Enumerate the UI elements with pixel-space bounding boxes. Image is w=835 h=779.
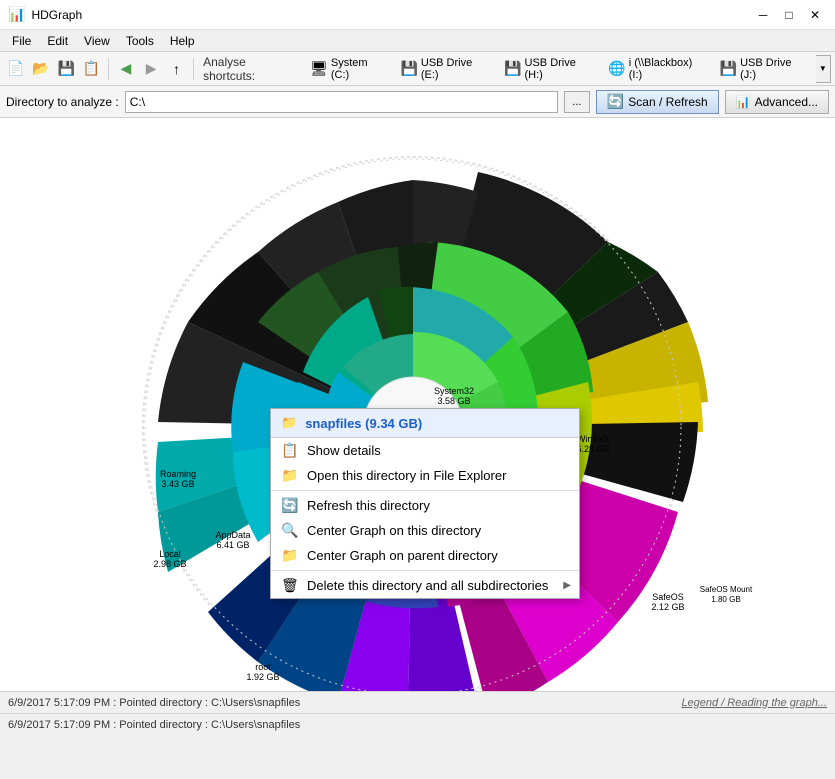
directory-input[interactable] — [125, 91, 558, 113]
refresh-dir-label: Refresh this directory — [307, 498, 430, 513]
toolbar-sep-2 — [193, 58, 194, 80]
delete-dir-label: Delete this directory and all subdirecto… — [307, 578, 548, 593]
label-local: Local — [159, 549, 181, 559]
shortcut-system-c[interactable]: 🖥 System (C:) — [304, 54, 392, 84]
context-menu-show-details[interactable]: 📋 Show details — [271, 438, 579, 463]
label-roaming-size: 3.43 GB — [161, 479, 194, 489]
minimize-button[interactable]: ─ — [751, 5, 775, 25]
titlebar: 📊 HDGraph ─ □ ✕ — [0, 0, 835, 30]
toolbar-forward[interactable]: ▶ — [140, 57, 163, 81]
label-appdata-size: 6.41 GB — [216, 540, 249, 550]
shortcut-usb-e[interactable]: 💾 USB Drive (E:) — [394, 54, 496, 84]
toolbar-copy[interactable]: 📋 — [80, 57, 103, 81]
label-safeos-size: 2.12 GB — [651, 602, 684, 612]
context-menu-refresh-dir[interactable]: 🔄 Refresh this directory — [271, 493, 579, 518]
menubar: File Edit View Tools Help — [0, 30, 835, 52]
app-title: HDGraph — [31, 8, 82, 22]
open-explorer-icon: 📁 — [281, 467, 298, 484]
shortcuts-label: Analyse shortcuts: — [203, 55, 298, 83]
context-menu-center-parent[interactable]: 📁 Center Graph on parent directory — [271, 543, 579, 568]
delete-dir-icon: 🗑 — [281, 577, 299, 594]
shortcut-blackbox-i[interactable]: 🌐 i (\\Blackbox) (I:) — [602, 54, 711, 84]
advanced-button[interactable]: 📊 Advanced... — [725, 90, 829, 114]
center-graph-label: Center Graph on this directory — [307, 523, 481, 538]
shortcut-usb-h-label: USB Drive (H:) — [525, 57, 595, 81]
center-parent-icon: 📁 — [281, 547, 298, 564]
context-menu: 📁 snapfiles (9.34 GB) 📋 Show details 📁 O… — [270, 408, 580, 599]
statusbar-text: 6/9/2017 5:17:09 PM : Pointed directory … — [8, 697, 300, 709]
menu-tools[interactable]: Tools — [118, 32, 162, 50]
scan-refresh-button[interactable]: 🔄 Scan / Refresh — [596, 90, 719, 114]
show-details-label: Show details — [307, 443, 381, 458]
label-appdata: AppData — [215, 530, 250, 540]
label-root-size: 1.92 GB — [246, 672, 279, 682]
scan-refresh-label: Scan / Refresh — [628, 95, 707, 109]
toolbar-save[interactable]: 💾 — [55, 57, 78, 81]
menu-edit[interactable]: Edit — [39, 32, 76, 50]
maximize-button[interactable]: □ — [777, 5, 801, 25]
main-content: System32 3.58 GB WinSxS 6.28 GB Windows … — [0, 118, 835, 735]
toolbar-up[interactable]: ↑ — [165, 57, 188, 81]
toolbar-new[interactable]: 📄 — [4, 57, 27, 81]
system-c-icon: 🖥 — [310, 60, 328, 77]
menu-file[interactable]: File — [4, 32, 39, 50]
label-system32-size: 3.58 GB — [437, 396, 470, 406]
close-button[interactable]: ✕ — [803, 5, 827, 25]
toolbar-back[interactable]: ◀ — [114, 57, 137, 81]
show-details-icon: 📋 — [281, 442, 298, 459]
shortcut-blackbox-i-label: i (\\Blackbox) (I:) — [629, 57, 706, 81]
context-menu-sep-2 — [271, 570, 579, 571]
advanced-label: Advanced... — [755, 95, 818, 109]
bottombar-text: 6/9/2017 5:17:09 PM : Pointed directory … — [8, 719, 300, 731]
addressbar-label: Directory to analyze : — [6, 95, 119, 109]
browse-button[interactable]: ... — [564, 91, 590, 113]
refresh-icon: 🔄 — [607, 93, 624, 110]
label-safeos-mount-size: 1.80 GB — [711, 595, 740, 604]
refresh-dir-icon: 🔄 — [281, 497, 298, 514]
menu-help[interactable]: Help — [162, 32, 203, 50]
statusbar: 6/9/2017 5:17:09 PM : Pointed directory … — [0, 691, 835, 713]
usb-e-icon: 💾 — [400, 60, 417, 77]
shortcut-usb-e-label: USB Drive (E:) — [421, 57, 490, 81]
label-local-size: 2.98 GB — [153, 559, 186, 569]
shortcut-usb-j[interactable]: 💾 USB Drive (J:) — [714, 54, 814, 84]
shortcut-usb-h[interactable]: 💾 USB Drive (H:) — [498, 54, 600, 84]
titlebar-left: 📊 HDGraph — [8, 6, 82, 23]
titlebar-controls: ─ □ ✕ — [751, 5, 827, 25]
context-menu-title: snapfiles (9.34 GB) — [305, 416, 422, 431]
bottombar: 6/9/2017 5:17:09 PM : Pointed directory … — [0, 713, 835, 735]
open-explorer-label: Open this directory in File Explorer — [307, 468, 506, 483]
label-roaming: Roaming — [159, 469, 195, 479]
toolbar-open[interactable]: 📂 — [29, 57, 52, 81]
addressbar: Directory to analyze : ... 🔄 Scan / Refr… — [0, 86, 835, 118]
label-winsxs: WinSxS — [576, 434, 608, 444]
label-root: root — [255, 662, 271, 672]
usb-h-icon: 💾 — [504, 60, 521, 77]
context-menu-sep-1 — [271, 490, 579, 491]
usb-j-icon: 💾 — [720, 60, 737, 77]
shortcuts-dropdown[interactable]: ▼ — [816, 55, 832, 83]
app-icon: 📊 — [8, 6, 25, 23]
advanced-icon: 📊 — [736, 95, 751, 109]
context-menu-center-graph[interactable]: 🔍 Center Graph on this directory — [271, 518, 579, 543]
toolbar: 📄 📂 💾 📋 ◀ ▶ ↑ Analyse shortcuts: 🖥 Syste… — [0, 52, 835, 86]
blackbox-i-icon: 🌐 — [608, 60, 625, 77]
toolbar-sep-1 — [108, 58, 109, 80]
legend-link[interactable]: Legend / Reading the graph... — [681, 697, 827, 709]
context-menu-open-explorer[interactable]: 📁 Open this directory in File Explorer — [271, 463, 579, 488]
menu-view[interactable]: View — [76, 32, 118, 50]
label-system32: System32 — [433, 386, 473, 396]
context-menu-folder-icon: 📁 — [281, 415, 297, 431]
shortcut-usb-j-label: USB Drive (J:) — [740, 57, 807, 81]
context-menu-delete-dir[interactable]: 🗑 Delete this directory and all subdirec… — [271, 573, 579, 598]
center-graph-icon: 🔍 — [281, 522, 298, 539]
shortcut-system-c-label: System (C:) — [331, 57, 387, 81]
label-safeos: SafeOS — [652, 592, 684, 602]
context-menu-header: 📁 snapfiles (9.34 GB) — [271, 409, 579, 438]
label-safeos-mount: SafeOS Mount — [699, 585, 752, 594]
label-winsxs-size: 6.28 GB — [576, 444, 609, 454]
center-parent-label: Center Graph on parent directory — [307, 548, 498, 563]
